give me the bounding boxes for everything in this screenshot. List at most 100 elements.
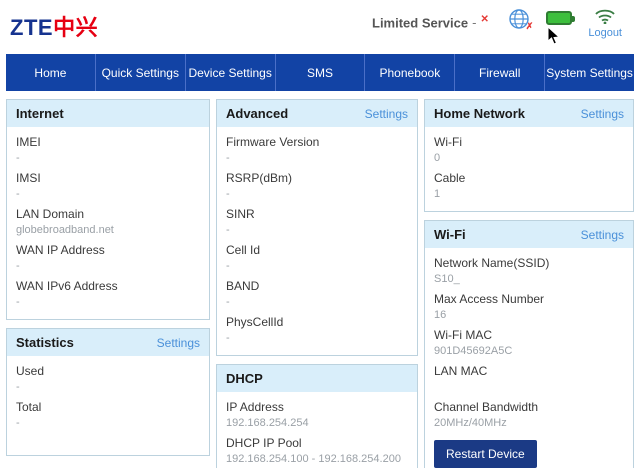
zte-logo: ZTE中兴 (10, 10, 98, 42)
home-network-settings-link[interactable]: Settings (581, 107, 624, 121)
statistics-panel: Statistics Settings Used - Total - (6, 328, 210, 456)
field-value: - (16, 381, 20, 393)
home-network-panel: Home Network Settings Wi-Fi 0 Cable 1 (424, 99, 634, 212)
field-total: Total - (16, 400, 200, 429)
field-value: - (226, 152, 230, 164)
cursor-icon (547, 26, 560, 45)
nav-item-home[interactable]: Home (6, 54, 95, 91)
field-sinr: SINR - (226, 207, 408, 236)
field-value: - (226, 260, 230, 272)
field-firmware-version: Firmware Version - (226, 135, 408, 164)
field-wan-ip: WAN IP Address - (16, 243, 200, 272)
field-label: DHCP IP Pool (226, 436, 302, 450)
field-value: 192.168.254.254 (226, 417, 309, 429)
logo-chinese-text: 中兴 (53, 15, 99, 40)
field-label: BAND (226, 279, 260, 293)
wifi-panel-title: Wi-Fi (434, 227, 466, 242)
dhcp-panel: DHCP IP Address 192.168.254.254 DHCP IP … (216, 364, 418, 468)
field-used: Used - (16, 364, 200, 393)
field-imei: IMEI - (16, 135, 200, 164)
field-label: Channel Bandwidth (434, 400, 539, 414)
field-label: Wi-Fi MAC (434, 328, 492, 342)
field-label: LAN Domain (16, 207, 85, 221)
statistics-panel-title: Statistics (16, 335, 74, 350)
field-value: - (16, 260, 20, 272)
field-value: 192.168.254.100 - 192.168.254.200 (226, 453, 401, 465)
field-label: Network Name(SSID) (434, 256, 550, 270)
home-network-panel-title: Home Network (434, 106, 526, 121)
field-lan-domain: LAN Domain globebroadband.net (16, 207, 200, 236)
field-value: - (16, 296, 20, 308)
field-physcellid: PhysCellId - (226, 315, 408, 344)
advanced-settings-link[interactable]: Settings (365, 107, 408, 121)
status-text: Limited Service (372, 15, 469, 31)
field-value (434, 381, 624, 393)
field-value: S10_ (434, 273, 460, 285)
field-value: 901D45692A5C (434, 345, 513, 357)
field-label: IMSI (16, 171, 41, 185)
field-value: 0 (434, 152, 441, 164)
field-value: 16 (434, 309, 447, 321)
field-label: SINR (226, 207, 255, 221)
field-dhcp-ip: IP Address 192.168.254.254 (226, 400, 408, 429)
field-value: 20MHz/40MHz (434, 417, 507, 429)
nav-item-quick-settings[interactable]: Quick Settings (94, 54, 185, 91)
field-cell-id: Cell Id - (226, 243, 408, 272)
field-label: RSRP(dBm) (226, 171, 293, 185)
globe-error-icon: ✗ (525, 21, 534, 31)
globe-icon[interactable]: ✗ (508, 8, 533, 31)
field-cable-clients: Cable 1 (434, 171, 624, 200)
wifi-panel: Wi-Fi Settings Network Name(SSID) S10_ M… (424, 220, 634, 468)
wifi-icon (595, 9, 615, 24)
field-value: - (16, 417, 20, 429)
wifi-settings-link[interactable]: Settings (581, 228, 624, 242)
restart-device-button[interactable]: Restart Device (434, 440, 537, 468)
field-label: WAN IPv6 Address (16, 279, 118, 293)
field-wifi-mac: Wi-Fi MAC 901D45692A5C (434, 328, 624, 357)
field-channel-bandwidth: Channel Bandwidth 20MHz/40MHz (434, 400, 624, 429)
main-nav: Home Quick Settings Device Settings SMS … (6, 54, 634, 91)
nav-item-sms[interactable]: SMS (274, 54, 365, 91)
status-error-icon: ✕ (480, 14, 489, 25)
field-ssid: Network Name(SSID) S10_ (434, 256, 624, 285)
internet-panel: Internet IMEI - IMSI - LAN Domain globeb… (6, 99, 210, 320)
field-value: - (226, 188, 230, 200)
nav-item-firewall[interactable]: Firewall (454, 54, 544, 91)
logout-link[interactable]: Logout (588, 27, 622, 39)
field-label: LAN MAC (434, 364, 488, 378)
status-separator: - (472, 15, 477, 31)
battery-icon (546, 11, 576, 25)
field-label: PhysCellId (226, 315, 284, 329)
field-wifi-clients: Wi-Fi 0 (434, 135, 624, 164)
field-dhcp-pool: DHCP IP Pool 192.168.254.100 - 192.168.2… (226, 436, 408, 465)
field-label: Total (16, 400, 42, 414)
nav-item-system-settings[interactable]: System Settings (544, 54, 634, 91)
field-label: WAN IP Address (16, 243, 105, 257)
connection-status: Limited Service - ✕ (372, 14, 489, 30)
advanced-panel: Advanced Settings Firmware Version - RSR… (216, 99, 418, 356)
field-label: Firmware Version (226, 135, 320, 149)
field-label: IP Address (226, 400, 284, 414)
statistics-settings-link[interactable]: Settings (157, 336, 200, 350)
field-value: - (226, 332, 230, 344)
field-label: IMEI (16, 135, 41, 149)
logo-latin-text: ZTE (10, 15, 54, 40)
main-content: Internet IMEI - IMSI - LAN Domain globeb… (0, 91, 640, 468)
advanced-panel-title: Advanced (226, 106, 289, 121)
field-value: - (16, 152, 20, 164)
field-value: - (16, 188, 20, 200)
nav-item-device-settings[interactable]: Device Settings (184, 54, 275, 91)
dhcp-panel-title: DHCP (226, 371, 263, 386)
field-value: - (226, 224, 230, 236)
top-header: ZTE中兴 Limited Service - ✕ ✗ Logout (0, 0, 640, 54)
field-imsi: IMSI - (16, 171, 200, 200)
field-value: globebroadband.net (16, 224, 114, 236)
field-max-access: Max Access Number 16 (434, 292, 624, 321)
field-label: Cell Id (226, 243, 261, 257)
field-wan-ipv6: WAN IPv6 Address - (16, 279, 200, 308)
field-rsrp: RSRP(dBm) - (226, 171, 408, 200)
field-value: 1 (434, 188, 441, 200)
field-band: BAND - (226, 279, 408, 308)
nav-item-phonebook[interactable]: Phonebook (364, 54, 454, 91)
internet-panel-title: Internet (16, 106, 64, 121)
